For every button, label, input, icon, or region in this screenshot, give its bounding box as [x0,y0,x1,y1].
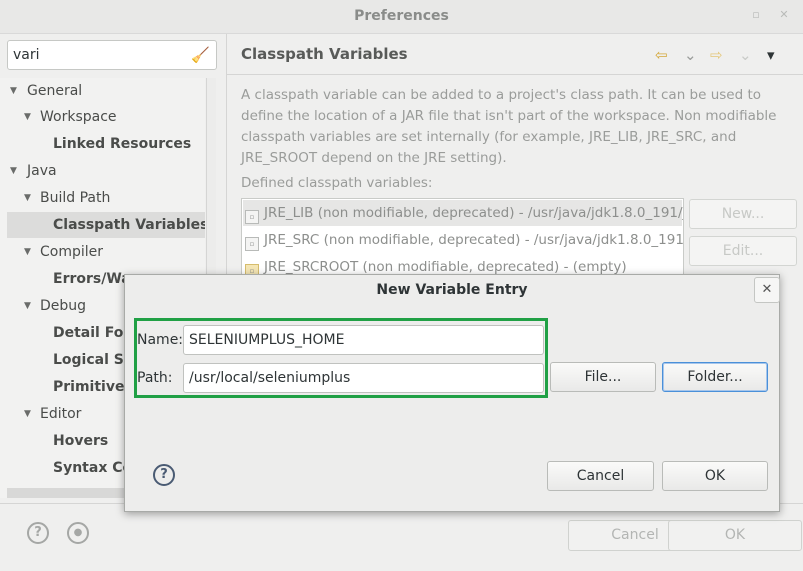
window-close-button[interactable]: ✕ [778,9,790,21]
tree-item-label: Classpath Variables [53,217,205,233]
page-title: Classpath Variables [241,45,408,63]
window-title: Preferences [354,8,449,24]
filter-input[interactable]: vari 🧹 [7,40,217,70]
tree-item-workspace[interactable]: ▼ Workspace [0,104,205,130]
tree-item-label: Logical St [53,352,131,368]
record-icon[interactable]: ● [67,522,89,544]
dialog-help-icon[interactable]: ? [153,464,175,486]
jar-variable-icon: ▫ [245,210,259,224]
name-field[interactable]: SELENIUMPLUS_HOME [183,325,544,355]
file-button[interactable]: File... [550,362,656,392]
path-label: Path: [137,370,173,386]
tree-item-compiler[interactable]: ▼ Compiler [0,239,205,265]
tree-item-label: Hovers [53,433,109,449]
name-label: Name: [137,332,184,348]
tree-item-label: Syntax Co [53,460,133,476]
minimize-button[interactable]: ▫ [750,9,762,21]
help-icon[interactable]: ? [27,522,49,544]
tree-item-label: Build Path [40,190,111,206]
list-item[interactable]: ▫ JRE_SRC (non modifiable, deprecated) - … [245,227,684,253]
tree-item-label: Java [27,163,57,179]
edit-variable-button[interactable]: Edit... [689,236,797,266]
expand-arrow-icon[interactable]: ▼ [10,158,22,184]
view-menu-icon[interactable]: ▾ [767,46,775,64]
dialog-cancel-button[interactable]: Cancel [547,461,654,491]
classpath-variable-list[interactable]: ▫ JRE_LIB (non modifiable, deprecated) - … [241,198,684,278]
expand-arrow-icon[interactable]: ▼ [24,185,36,211]
clear-filter-icon[interactable]: 🧹 [191,46,210,64]
new-variable-button[interactable]: New... [689,199,797,229]
page-description: A classpath variable can be added to a p… [241,87,777,166]
list-item[interactable]: ▫ JRE_LIB (non modifiable, deprecated) - … [243,200,684,226]
variable-text: JRE_SRC (non modifiable, deprecated) - /… [264,232,684,248]
dialog-close-button[interactable]: ✕ [754,277,780,303]
header-divider [226,74,803,75]
tree-item-linked-resources[interactable]: Linked Resources [0,131,205,157]
expand-arrow-icon[interactable]: ▼ [24,104,36,130]
jar-variable-icon: ▫ [245,237,259,251]
variable-text: JRE_SRCROOT (non modifiable, deprecated)… [264,259,627,275]
tree-item-label: Compiler [40,244,104,260]
variable-text: JRE_LIB (non modifiable, deprecated) - /… [264,205,684,221]
tree-item-classpath-variables[interactable]: Classpath Variables [7,212,205,238]
tree-item-label: Editor [40,406,82,422]
tree-item-general[interactable]: ▼ General [0,78,205,104]
tree-item-label: Errors/Wa [53,271,131,287]
dialog-ok-button[interactable]: OK [662,461,768,491]
expand-arrow-icon[interactable]: ▼ [10,78,22,104]
tree-item-java[interactable]: ▼ Java [0,158,205,184]
defined-variables-label: Defined classpath variables: [241,175,433,191]
back-dropdown-icon[interactable]: ⌄ [684,46,697,64]
expand-arrow-icon[interactable]: ▼ [24,239,36,265]
tree-item-label: General [27,83,83,99]
window-titlebar: Preferences ▫ ✕ [0,0,803,34]
tree-item-build-path[interactable]: ▼ Build Path [0,185,205,211]
path-field[interactable]: /usr/local/seleniumplus [183,363,544,393]
ok-button[interactable]: OK [668,520,802,551]
filter-input-value: vari [13,47,40,63]
expand-arrow-icon[interactable]: ▼ [24,293,36,319]
tree-item-label: Workspace [40,109,117,125]
new-variable-dialog: New Variable Entry ✕ Name: SELENIUMPLUS_… [124,274,780,512]
dialog-titlebar: New Variable Entry ✕ [125,275,780,305]
expand-arrow-icon[interactable]: ▼ [24,401,36,427]
folder-button[interactable]: Folder... [662,362,768,392]
forward-arrow-icon[interactable]: ⇨ [710,46,723,64]
tree-item-label: Linked Resources [53,136,192,152]
tree-item-label: Debug [40,298,87,314]
forward-dropdown-icon[interactable]: ⌄ [739,46,752,64]
back-arrow-icon[interactable]: ⇦ [655,46,668,64]
dialog-title: New Variable Entry [376,282,528,298]
